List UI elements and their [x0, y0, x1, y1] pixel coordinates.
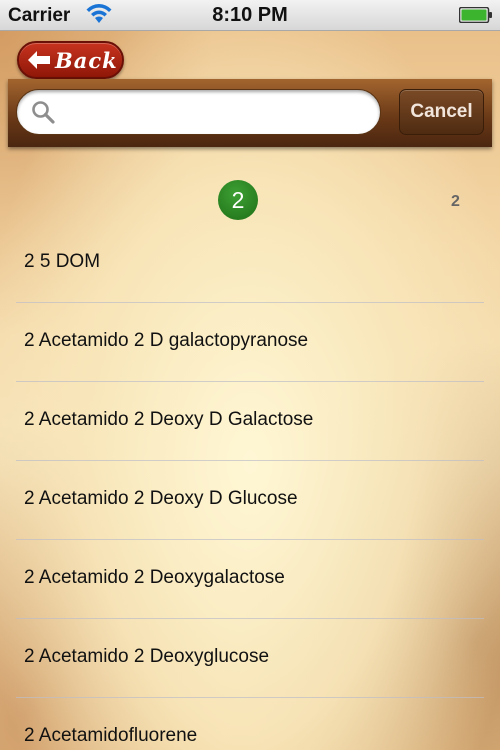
clock: 8:10 PM — [212, 4, 288, 26]
arrow-left-icon — [28, 51, 50, 69]
list-item-label: 2 Acetamido 2 Deoxy D Galactose — [24, 409, 314, 430]
search-bar: Cancel — [8, 79, 492, 147]
results-list: 2 5 DOM 2 Acetamido 2 D galactopyranose … — [0, 224, 500, 750]
list-item[interactable]: 2 Acetamido 2 Deoxy D Glucose — [16, 461, 484, 540]
list-item[interactable]: 2 Acetamido 2 Deoxyglucose — [16, 619, 484, 698]
list-item[interactable]: 2 Acetamido 2 Deoxy D Galactose — [16, 382, 484, 461]
list-item[interactable]: 2 Acetamido 2 Deoxygalactose — [16, 540, 484, 619]
back-label: Back — [55, 48, 118, 73]
section-index-item[interactable]: 2 — [451, 193, 460, 211]
list-item[interactable]: 2 5 DOM — [16, 224, 484, 303]
list-item-label: 2 Acetamido 2 Deoxygalactose — [24, 567, 285, 588]
list-item-label: 2 Acetamidofluorene — [24, 725, 198, 746]
list-item-label: 2 5 DOM — [24, 251, 101, 272]
list-item-label: 2 Acetamido 2 Deoxyglucose — [24, 646, 270, 667]
search-field[interactable] — [16, 89, 381, 135]
list-item[interactable]: 2 Acetamidofluorene — [16, 698, 484, 750]
battery-full-icon — [458, 6, 493, 24]
cancel-button[interactable]: Cancel — [399, 89, 484, 135]
list-item-label: 2 Acetamido 2 Deoxy D Glucose — [24, 488, 298, 509]
section-header-badge: 2 — [218, 180, 258, 220]
status-bar: Carrier 8:10 PM — [0, 0, 500, 31]
back-button[interactable]: Back — [17, 41, 124, 79]
list-item-label: 2 Acetamido 2 D galactopyranose — [24, 330, 309, 351]
app-background: Back Cancel 2 2 2 5 DOM 2 Acetamido 2 D … — [0, 31, 500, 750]
search-input[interactable] — [63, 98, 367, 128]
list-item[interactable]: 2 Acetamido 2 D galactopyranose — [16, 303, 484, 382]
search-icon — [31, 100, 55, 124]
